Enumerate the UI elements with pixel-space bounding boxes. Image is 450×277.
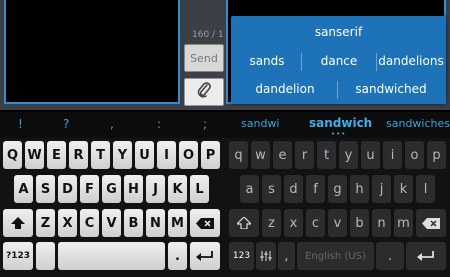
shift-icon bbox=[237, 217, 251, 229]
key-k[interactable]: K bbox=[168, 175, 187, 203]
key-a[interactable]: A bbox=[14, 175, 33, 203]
comma-key[interactable]: , bbox=[278, 242, 295, 270]
symbols-key-dark[interactable]: 123 bbox=[229, 242, 254, 270]
popup-suggestion[interactable]: sands bbox=[239, 54, 295, 68]
popup-suggestion[interactable]: dance bbox=[307, 54, 371, 68]
symbols-key[interactable]: ?123 bbox=[3, 242, 33, 270]
more-suggestions-popup: sanserif sands dance dandelions dandelio… bbox=[231, 16, 446, 104]
enter-icon bbox=[417, 250, 434, 261]
symbol-suggestion[interactable]: ! bbox=[18, 117, 23, 131]
soft-keyboard: Q W E R T Y U I O P q w e r t y u i o p … bbox=[0, 138, 450, 277]
key-j-lower[interactable]: j bbox=[372, 175, 391, 203]
key-n[interactable]: N bbox=[146, 209, 165, 237]
key-b-lower[interactable]: b bbox=[350, 209, 369, 237]
word-suggestion[interactable]: sandwiches bbox=[386, 117, 450, 130]
key-e-lower[interactable]: e bbox=[273, 141, 292, 169]
spacebar[interactable] bbox=[58, 242, 165, 270]
key-y-lower[interactable]: y bbox=[339, 141, 358, 169]
key-k-lower[interactable]: k bbox=[394, 175, 413, 203]
key-i[interactable]: I bbox=[157, 141, 176, 169]
key-w[interactable]: W bbox=[25, 141, 44, 169]
shift-key[interactable] bbox=[3, 209, 33, 237]
key-d[interactable]: D bbox=[58, 175, 77, 203]
popup-separator bbox=[337, 81, 338, 99]
key-c[interactable]: C bbox=[80, 209, 99, 237]
more-suggestions-indicator: ••• bbox=[331, 130, 347, 138]
symbol-suggestion[interactable]: ? bbox=[63, 117, 69, 131]
key-x[interactable]: X bbox=[58, 209, 77, 237]
key-a-lower[interactable]: a bbox=[240, 175, 259, 203]
send-button[interactable]: Send bbox=[184, 44, 224, 72]
key-l-lower[interactable]: l bbox=[416, 175, 435, 203]
key-r-lower[interactable]: r bbox=[295, 141, 314, 169]
paperclip-icon bbox=[196, 81, 212, 103]
key-v[interactable]: V bbox=[102, 209, 121, 237]
shift-icon bbox=[11, 217, 25, 229]
popup-suggestion[interactable]: dandelions bbox=[377, 54, 445, 68]
attach-button[interactable] bbox=[184, 78, 224, 106]
key-e[interactable]: E bbox=[47, 141, 66, 169]
character-counter: 160 / 1 bbox=[192, 30, 224, 40]
message-text-area[interactable] bbox=[4, 0, 180, 104]
key-n-lower[interactable]: n bbox=[372, 209, 391, 237]
backspace-icon bbox=[196, 217, 214, 229]
key-u-lower[interactable]: u bbox=[361, 141, 380, 169]
backspace-icon bbox=[422, 217, 440, 229]
key-p-lower[interactable]: p bbox=[427, 141, 446, 169]
enter-key[interactable] bbox=[190, 242, 220, 270]
key-w-lower[interactable]: w bbox=[251, 141, 270, 169]
key-d-lower[interactable]: d bbox=[284, 175, 303, 203]
key-b[interactable]: B bbox=[124, 209, 143, 237]
key-y[interactable]: Y bbox=[113, 141, 132, 169]
word-suggestion[interactable]: sandwi bbox=[241, 117, 279, 130]
key-r[interactable]: R bbox=[69, 141, 88, 169]
symbol-suggestion[interactable]: : bbox=[157, 117, 161, 131]
key-t[interactable]: T bbox=[91, 141, 110, 169]
key-q-lower[interactable]: q bbox=[229, 141, 248, 169]
symbol-suggestion[interactable]: ; bbox=[203, 117, 207, 131]
period-key-dark[interactable]: . bbox=[376, 242, 404, 270]
enter-key-dark[interactable] bbox=[406, 242, 446, 270]
settings-key[interactable] bbox=[256, 242, 276, 270]
period-key[interactable]: . bbox=[168, 242, 187, 270]
key-u[interactable]: U bbox=[135, 141, 154, 169]
key-h-lower[interactable]: h bbox=[350, 175, 369, 203]
key-f[interactable]: F bbox=[80, 175, 99, 203]
key-o[interactable]: O bbox=[179, 141, 198, 169]
key-t-lower[interactable]: t bbox=[317, 141, 336, 169]
key-f-lower[interactable]: f bbox=[306, 175, 325, 203]
key-g-lower[interactable]: g bbox=[328, 175, 347, 203]
popup-separator bbox=[301, 53, 302, 71]
key-g[interactable]: G bbox=[102, 175, 121, 203]
popup-suggestion[interactable]: sanserif bbox=[231, 25, 446, 39]
symbol-suggestion[interactable]: , bbox=[110, 117, 114, 131]
key-s-lower[interactable]: s bbox=[262, 175, 281, 203]
key-p[interactable]: P bbox=[201, 141, 220, 169]
key-c-lower[interactable]: c bbox=[306, 209, 325, 237]
shift-key-dark[interactable] bbox=[229, 209, 259, 237]
key-m-lower[interactable]: m bbox=[394, 209, 413, 237]
suggestion-strip: ! ? , : ; sandwi sandwich sandwiches bbox=[0, 112, 450, 138]
key-q[interactable]: Q bbox=[3, 141, 22, 169]
key-o-lower[interactable]: o bbox=[405, 141, 424, 169]
settings-icon bbox=[260, 251, 272, 261]
key-s[interactable]: S bbox=[36, 175, 55, 203]
key-i-lower[interactable]: i bbox=[383, 141, 402, 169]
popup-suggestion[interactable]: sandwiched bbox=[343, 82, 439, 96]
popup-suggestion[interactable]: dandelion bbox=[243, 82, 327, 96]
backspace-key-dark[interactable] bbox=[416, 209, 446, 237]
key-z-lower[interactable]: z bbox=[262, 209, 281, 237]
key-m[interactable]: M bbox=[168, 209, 187, 237]
key-x-lower[interactable]: x bbox=[284, 209, 303, 237]
key-v-lower[interactable]: v bbox=[328, 209, 347, 237]
key-h[interactable]: H bbox=[124, 175, 143, 203]
key-l[interactable]: L bbox=[190, 175, 209, 203]
word-suggestion-primary[interactable]: sandwich bbox=[309, 116, 372, 130]
key-z[interactable]: Z bbox=[36, 209, 55, 237]
backspace-key[interactable] bbox=[190, 209, 220, 237]
empty-key[interactable] bbox=[36, 242, 55, 270]
key-j[interactable]: J bbox=[146, 175, 165, 203]
spacebar-dark[interactable]: English (US) bbox=[297, 242, 374, 270]
enter-icon bbox=[196, 250, 213, 261]
